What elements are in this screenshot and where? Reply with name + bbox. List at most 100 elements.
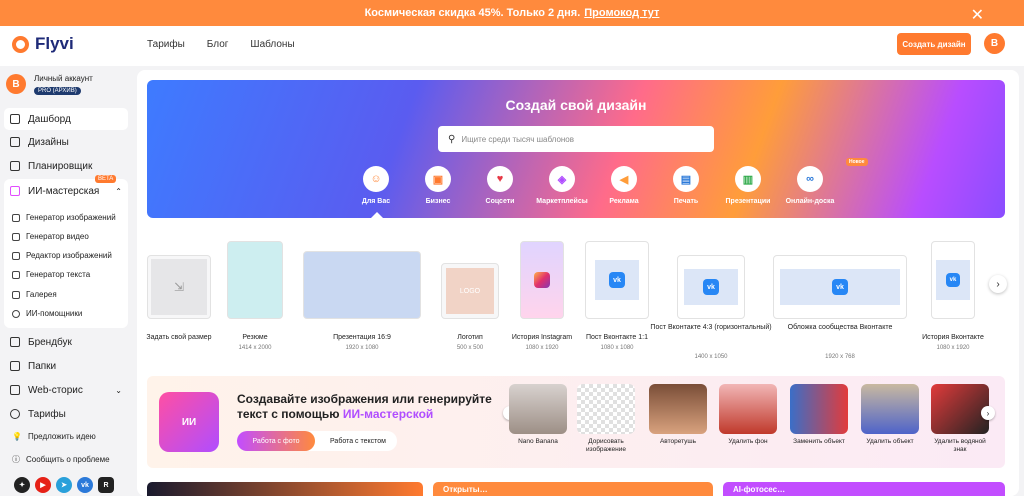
- sidebar-item-ai-workshop[interactable]: ИИ-мастерская ⌃: [4, 180, 128, 202]
- category-print[interactable]: ▤ Печать: [655, 166, 717, 205]
- instagram-icon: [534, 272, 550, 288]
- main-panel: Создай свой дизайн ⚲ Ищите среди тысяч ш…: [137, 70, 1019, 496]
- category-ads[interactable]: ◀ Реклама: [593, 166, 655, 205]
- sidebar-item-label: Тарифы: [28, 408, 66, 420]
- sidebar-item-web-stories[interactable]: Web-сторис ⌄: [4, 379, 128, 401]
- sidebar-item-brandbook[interactable]: Брендбук: [4, 331, 128, 353]
- create-design-button[interactable]: Создать дизайн: [897, 33, 971, 55]
- sidebar-subitem-text-gen[interactable]: Генератор текста: [12, 270, 90, 279]
- account-switcher[interactable]: B Личный аккаунт PRO (АРХИВ): [6, 74, 93, 95]
- ai-tool-image: [861, 384, 919, 434]
- ai-mode-tabs: Работа с фото Работа с текстом: [237, 431, 397, 451]
- subitem-label: Генератор текста: [26, 270, 91, 279]
- logo-icon: [12, 35, 29, 53]
- sidebar-subitem-image-gen[interactable]: Генератор изображений: [12, 213, 116, 222]
- chevron-right-icon[interactable]: ›: [981, 406, 995, 420]
- category-for-you[interactable]: ☺ Для Вас: [345, 166, 407, 205]
- tab-text[interactable]: Работа с текстом: [319, 431, 397, 451]
- subitem-label: ИИ-помощники: [26, 309, 83, 318]
- sidebar-subitem-video-gen[interactable]: Генератор видео: [12, 232, 89, 241]
- ai-tool-card[interactable]: Заменить объект: [790, 384, 848, 446]
- ai-tool-card[interactable]: Удалить фон: [719, 384, 777, 446]
- bag-icon: ◈: [549, 166, 575, 192]
- logo[interactable]: Flyvi: [12, 34, 74, 54]
- template-card[interactable]: vk Обложка сообщества Вконтакте 1920 x 7…: [773, 247, 907, 360]
- category-social[interactable]: ♥ Соцсети: [469, 166, 531, 205]
- suggest-idea-link[interactable]: 💡 Предложить идею: [12, 432, 96, 441]
- chevron-right-icon[interactable]: ›: [989, 275, 1007, 293]
- sidebar-item-folders[interactable]: Папки: [4, 355, 128, 377]
- ai-tool-label: Дорисовать изображение: [586, 438, 626, 453]
- chevron-up-icon[interactable]: ⌃: [115, 187, 122, 196]
- youtube-icon[interactable]: ▶: [35, 477, 51, 493]
- chevron-down-icon[interactable]: ⌄: [115, 386, 122, 395]
- template-card[interactable]: vk Пост Вконтакте 4:3 (горизонтальный) 1…: [650, 247, 772, 360]
- ai-tool-card[interactable]: Удалить водяной знак: [931, 384, 989, 454]
- bulb-icon: 💡: [12, 432, 22, 441]
- sidebar-item-planner[interactable]: Планировщик: [4, 155, 128, 177]
- nav-blog[interactable]: Блог: [207, 39, 229, 50]
- promo-link[interactable]: Промокод тут: [584, 7, 659, 19]
- rutube-icon[interactable]: R: [98, 477, 114, 493]
- template-label: Пост Вконтакте 1:1: [585, 334, 648, 341]
- image-gen-icon: [12, 213, 20, 222]
- account-avatar: B: [6, 74, 26, 94]
- calendar-icon: [10, 161, 20, 171]
- template-size: 1080 x 1920: [936, 345, 970, 351]
- template-label: История Вконтакте: [922, 334, 984, 341]
- ai-tool-card[interactable]: Удалить объект: [861, 384, 919, 446]
- nav-templates[interactable]: Шаблоны: [250, 39, 294, 50]
- main-nav: Тарифы Блог Шаблоны: [147, 39, 295, 50]
- vk-story-image: vk: [936, 260, 970, 300]
- template-card[interactable]: vk История Вконтакте 1080 x 1920: [922, 241, 984, 355]
- sidebar-item-tariffs[interactable]: Тарифы: [4, 403, 128, 425]
- board-icon: ∞: [797, 166, 823, 192]
- template-card[interactable]: Презентация 16:9 1920 x 1080: [303, 247, 421, 355]
- promo-card[interactable]: AI-фотосес…: [723, 482, 1005, 496]
- small-label: Предложить идею: [27, 432, 96, 441]
- dzen-icon[interactable]: ✦: [14, 477, 30, 493]
- category-marketplaces[interactable]: ◈ Маркетплейсы: [531, 166, 593, 205]
- ai-tool-card[interactable]: Дорисовать изображение: [577, 384, 635, 454]
- avatar[interactable]: B: [984, 33, 1005, 54]
- template-card[interactable]: vk Пост Вконтакте 1:1 1080 x 1080: [585, 241, 649, 355]
- nav-tariffs[interactable]: Тарифы: [147, 39, 185, 50]
- social-links: ✦ ▶ ➤ vk R: [14, 477, 114, 493]
- sidebar-item-designs[interactable]: Дизайны: [4, 131, 128, 153]
- instagram-story-thumb: [520, 241, 564, 319]
- vk-icon: vk: [832, 279, 848, 295]
- promo-card[interactable]: [147, 482, 423, 496]
- resume-thumb: [227, 241, 283, 319]
- sidebar-subitem-ai-assistants[interactable]: ИИ-помощники: [12, 309, 82, 318]
- category-label: Презентации: [725, 198, 771, 205]
- telegram-icon[interactable]: ➤: [56, 477, 72, 493]
- vk-story-thumb: vk: [931, 241, 975, 319]
- custom-size-thumb: ⇲: [147, 255, 211, 319]
- ai-tool-card[interactable]: Авторетушь: [649, 384, 707, 446]
- ai-tool-image: [649, 384, 707, 434]
- plan-badge: PRO (АРХИВ): [34, 87, 81, 95]
- sidebar-item-label: Web-сторис: [28, 384, 83, 396]
- close-icon[interactable]: ✕: [971, 5, 984, 25]
- category-business[interactable]: ▣ Бизнес: [407, 166, 469, 205]
- category-presentations[interactable]: ▥ Презентации: [717, 166, 779, 205]
- category-online-board[interactable]: Новое ∞ Онлайн-доска: [779, 158, 868, 205]
- promo-card[interactable]: Открыты…: [433, 482, 713, 496]
- search-input[interactable]: ⚲ Ищите среди тысяч шаблонов: [438, 126, 714, 152]
- sidebar-item-dashboard[interactable]: Дашборд: [4, 108, 128, 130]
- report-problem-link[interactable]: ⓘ Сообщить о проблеме: [12, 454, 110, 465]
- vk-post-horizontal-thumb: vk: [677, 255, 745, 319]
- new-badge: Новое: [846, 158, 868, 166]
- printer-icon: ▤: [673, 166, 699, 192]
- vk-cover-thumb: vk: [773, 255, 907, 319]
- small-label: Сообщить о проблеме: [26, 455, 110, 464]
- account-name: Личный аккаунт: [34, 74, 93, 83]
- ai-tool-card[interactable]: Nano Banana: [509, 384, 567, 446]
- sidebar-subitem-image-editor[interactable]: Редактор изображений: [12, 251, 112, 260]
- ai-tool-image: [931, 384, 989, 434]
- sidebar-subitem-gallery[interactable]: Галерея: [12, 290, 57, 299]
- vk-post-image: vk: [595, 260, 639, 300]
- category-bar: ☺ Для Вас ▣ Бизнес ♥ Соцсети ◈ Маркетплейсы …: [345, 158, 868, 205]
- vk-icon[interactable]: vk: [77, 477, 93, 493]
- tab-photo[interactable]: Работа с фото: [237, 431, 315, 451]
